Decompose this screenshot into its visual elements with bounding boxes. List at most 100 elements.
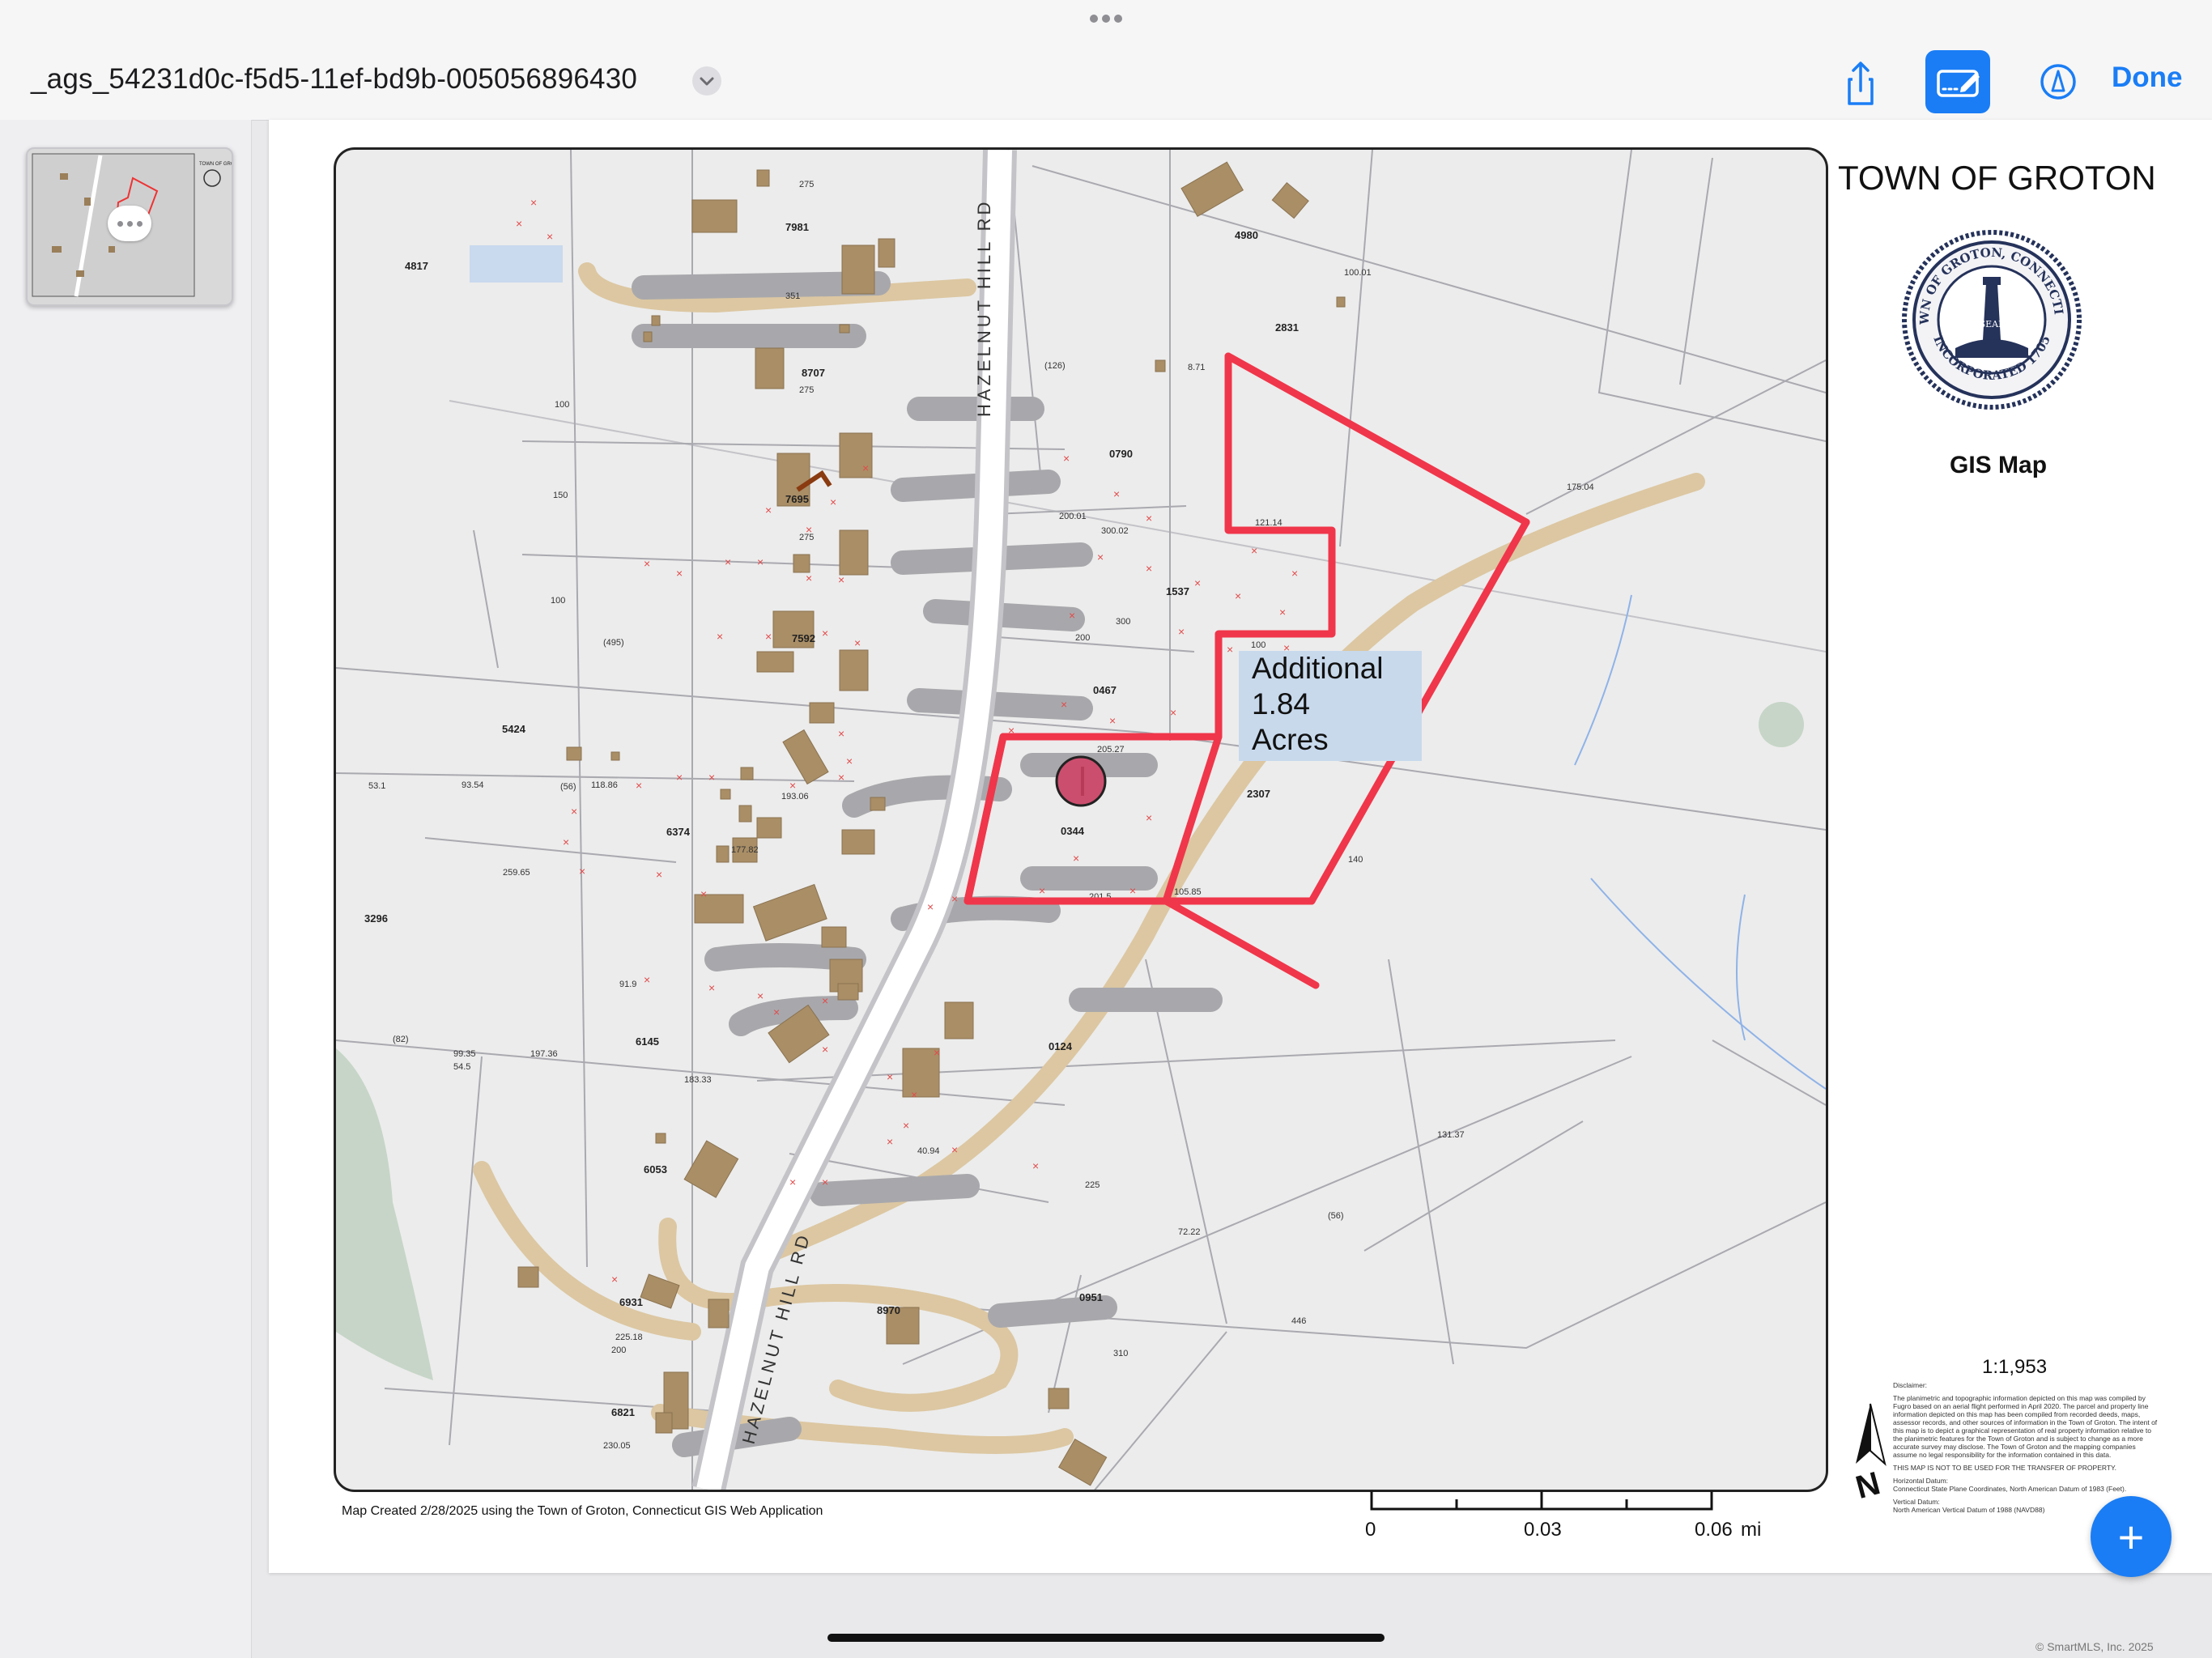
parcel-id: 2307 <box>1247 788 1270 800</box>
svg-text:×: × <box>765 630 772 643</box>
svg-text:×: × <box>1109 714 1116 727</box>
lot-dimension: 140 <box>1348 855 1363 865</box>
chevron-down-icon[interactable] <box>692 66 721 96</box>
lot-dimension: 183.33 <box>684 1075 712 1085</box>
lot-dimension: 150 <box>553 491 568 500</box>
parcel-id: 6053 <box>644 1163 667 1175</box>
svg-text:×: × <box>708 771 715 784</box>
pen-button[interactable] <box>2026 50 2091 113</box>
svg-text:×: × <box>1291 567 1298 580</box>
svg-text:×: × <box>1073 852 1079 865</box>
parcel-id: 6374 <box>666 826 691 838</box>
parcel-id: 0951 <box>1079 1291 1103 1303</box>
pencil-tip-icon <box>2040 64 2076 100</box>
lot-dimension: 446 <box>1291 1316 1306 1326</box>
svg-text:×: × <box>911 1088 917 1101</box>
home-indicator[interactable] <box>827 1634 1385 1642</box>
annotation-line: Acres <box>1252 723 1329 756</box>
markup-toggle-button[interactable] <box>1925 50 1990 113</box>
disclaimer-body: The planimetric and topographic informat… <box>1893 1394 2158 1459</box>
lot-dimension: 230.05 <box>603 1441 631 1451</box>
lot-dimension: 100 <box>551 596 565 606</box>
svg-text:×: × <box>579 865 585 878</box>
lot-dimension: 105.85 <box>1174 887 1202 897</box>
parcel-id: 4980 <box>1235 229 1258 241</box>
parcel-id: 7981 <box>785 221 809 233</box>
lot-dimension: 200 <box>1075 633 1090 643</box>
lot-dimension: (495) <box>603 638 624 648</box>
lot-dimension: 197.36 <box>530 1049 558 1059</box>
svg-text:×: × <box>1039 884 1045 897</box>
svg-text:×: × <box>1146 512 1152 525</box>
thumbnail-more-button[interactable] <box>108 206 151 241</box>
svg-text:×: × <box>757 555 764 568</box>
horizontal-datum: Connecticut State Plane Coordinates, Nor… <box>1893 1485 2127 1493</box>
svg-text:×: × <box>563 835 569 848</box>
parcel-id: 0467 <box>1093 684 1117 696</box>
parcel-id: 1537 <box>1166 585 1189 597</box>
svg-text:×: × <box>927 900 934 913</box>
disclaimer-title: Disclaimer: <box>1893 1381 1928 1389</box>
annotation-line: Additional <box>1252 652 1384 685</box>
lot-dimension: 177.82 <box>731 845 759 855</box>
parcel-id: 8970 <box>877 1304 900 1316</box>
svg-text:×: × <box>571 805 577 818</box>
svg-text:×: × <box>1235 589 1241 602</box>
svg-text:×: × <box>1279 606 1286 619</box>
parcel-id: 0124 <box>1049 1040 1073 1052</box>
lot-dimension: 259.65 <box>503 868 530 878</box>
svg-text:×: × <box>1032 1159 1039 1172</box>
svg-text:×: × <box>530 196 537 209</box>
lot-dimension: 100 <box>555 400 569 410</box>
svg-text:TOWN OF GROTON: TOWN OF GROTON <box>199 162 232 167</box>
page-thumbnail-sidebar <box>0 120 252 1658</box>
lot-dimension: (56) <box>1328 1211 1344 1221</box>
svg-text:×: × <box>822 627 828 640</box>
parcel-id: 2831 <box>1275 321 1299 334</box>
add-button[interactable]: + <box>2091 1496 2172 1577</box>
svg-text:×: × <box>789 1175 796 1188</box>
svg-text:×: × <box>1129 884 1136 897</box>
acreage-annotation-text[interactable]: Additional 1.84 Acres <box>1252 651 1384 758</box>
svg-text:×: × <box>1061 698 1067 711</box>
copyright-text: © SmartMLS, Inc. 2025 <box>2035 1640 2154 1653</box>
top-toolbar: _ags_54231d0c-f5d5-11ef-bd9b-00505689643… <box>0 0 2212 121</box>
svg-text:×: × <box>700 887 707 900</box>
parcel-id: 6145 <box>636 1035 659 1048</box>
horizontal-datum-label: Horizontal Datum: <box>1893 1477 1949 1485</box>
window-grabber-icon[interactable] <box>1090 15 1125 24</box>
svg-text:×: × <box>547 230 553 243</box>
lot-dimension: 193.06 <box>781 792 809 801</box>
svg-text:×: × <box>676 567 683 580</box>
svg-text:SEAL: SEAL <box>1980 319 2006 329</box>
svg-text:×: × <box>717 630 723 643</box>
lot-dimension: 300.02 <box>1101 526 1129 536</box>
done-button[interactable]: Done <box>2112 62 2183 94</box>
lot-dimension: 175.04 <box>1567 483 1594 492</box>
lot-dimension: 118.86 <box>591 780 618 790</box>
lot-dimension: 40.94 <box>917 1146 940 1156</box>
svg-text:×: × <box>838 727 844 740</box>
document-title[interactable]: _ags_54231d0c-f5d5-11ef-bd9b-00505689643… <box>31 63 637 96</box>
lot-dimension: 200.01 <box>1059 512 1087 521</box>
svg-text:×: × <box>644 973 650 986</box>
lot-dimension: 121.14 <box>1255 518 1283 528</box>
svg-text:×: × <box>611 1273 618 1286</box>
svg-text:×: × <box>846 755 853 767</box>
lot-dimension: 225 <box>1085 1180 1100 1190</box>
svg-text:×: × <box>838 573 844 586</box>
lot-dimension: 54.5 <box>453 1062 470 1072</box>
svg-text:×: × <box>887 1135 893 1148</box>
lot-dimension: 131.37 <box>1437 1130 1465 1140</box>
svg-text:×: × <box>1063 452 1070 465</box>
svg-text:×: × <box>1194 576 1201 589</box>
svg-text:×: × <box>934 1046 940 1059</box>
parcel-id: 8707 <box>802 367 825 379</box>
share-button[interactable] <box>1828 50 1893 113</box>
svg-text:×: × <box>806 523 812 536</box>
svg-text:×: × <box>838 771 844 784</box>
parcel-id: 4817 <box>405 260 428 272</box>
road-label-north: HAZELNUT HILL RD <box>974 199 994 417</box>
svg-text:×: × <box>708 981 715 994</box>
svg-text:×: × <box>1097 551 1104 563</box>
